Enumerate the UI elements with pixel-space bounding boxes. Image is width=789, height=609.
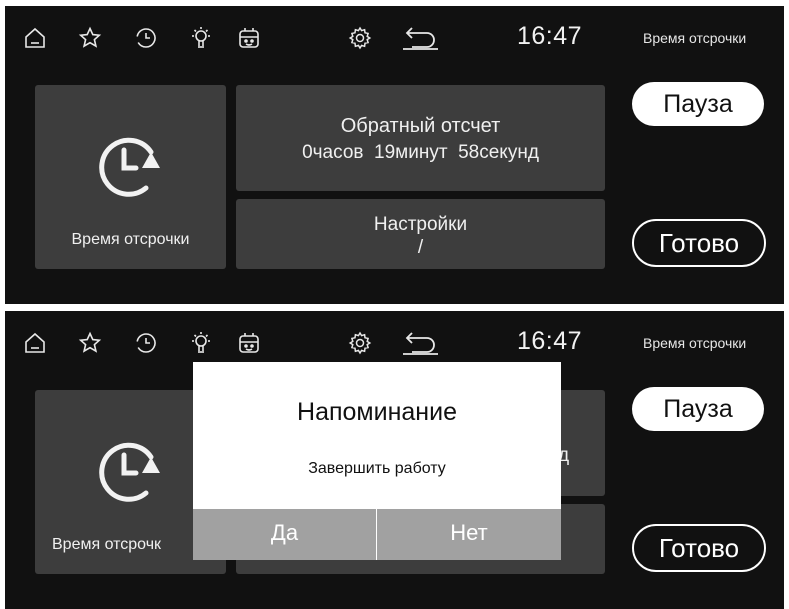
- robot-face-icon[interactable]: [237, 26, 261, 50]
- settings-gear-icon[interactable]: [348, 26, 372, 50]
- settings-gear-icon[interactable]: [348, 331, 372, 355]
- clock: 16:47: [517, 22, 583, 50]
- delay-time-label: Время отсрочки: [71, 231, 190, 248]
- done-button[interactable]: Готово: [632, 524, 766, 572]
- screen-title: Время отсрочки: [643, 335, 747, 351]
- history-clock-icon[interactable]: [134, 331, 158, 355]
- countdown-value: 0часов 19минут 58секунд: [302, 142, 539, 163]
- star-icon[interactable]: [78, 331, 102, 355]
- star-icon[interactable]: [78, 26, 102, 50]
- screen-title: Время отсрочки: [643, 30, 747, 46]
- countdown-title: Обратный отсчет: [340, 115, 501, 137]
- dialog-title: Напоминание: [297, 398, 457, 426]
- dialog-button-bar: Да Нет: [193, 509, 561, 560]
- status-bar: 16:47 Время отсрочки: [5, 6, 784, 66]
- pause-button[interactable]: Пауза: [632, 82, 764, 126]
- light-bulb-icon[interactable]: [189, 331, 213, 355]
- settings-value: /: [417, 237, 424, 258]
- delay-screen: 16:47 Время отсрочки Время отсрочки Обра…: [5, 6, 784, 304]
- history-clock-icon[interactable]: [134, 26, 158, 50]
- delay-timer-icon: [90, 433, 172, 505]
- settings-card[interactable]: Настройки /: [236, 199, 605, 269]
- home-icon[interactable]: [23, 331, 47, 355]
- home-icon[interactable]: [23, 26, 47, 50]
- robot-face-icon[interactable]: [237, 331, 261, 355]
- delay-screen-with-reminder: 16:47 Время отсрочки Время отсрочк д Пау…: [5, 311, 784, 609]
- countdown-card: Обратный отсчет 0часов 19минут 58секунд: [236, 85, 605, 191]
- reminder-dialog: Напоминание Завершить работу Да Нет: [193, 362, 561, 560]
- delay-timer-icon: [90, 128, 172, 200]
- clock: 16:47: [517, 327, 583, 355]
- yes-button[interactable]: Да: [193, 509, 376, 560]
- no-button[interactable]: Нет: [377, 509, 561, 560]
- dialog-message: Завершить работу: [308, 460, 446, 477]
- pause-button[interactable]: Пауза: [632, 387, 764, 431]
- settings-title: Настройки: [373, 214, 468, 235]
- delay-time-card[interactable]: Время отсрочки: [35, 85, 226, 269]
- done-button[interactable]: Готово: [632, 219, 766, 267]
- light-bulb-icon[interactable]: [189, 26, 213, 50]
- back-arrow-icon[interactable]: [400, 26, 440, 50]
- back-arrow-icon[interactable]: [400, 331, 440, 355]
